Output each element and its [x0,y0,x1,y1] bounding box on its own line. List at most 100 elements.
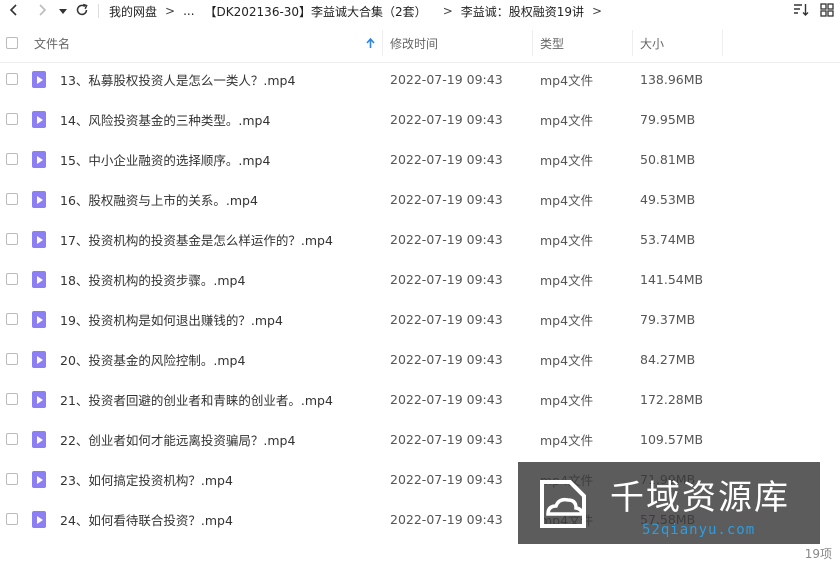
file-type: mp4文件 [540,192,594,208]
chevron-right-icon [37,3,47,19]
video-file-icon [32,459,46,499]
row-checkbox[interactable] [6,259,18,299]
file-size: 109.57MB [640,431,704,447]
item-count: 19项 [804,547,832,561]
file-modified-time: 2022-07-19 09:43 [390,271,503,287]
row-checkbox[interactable] [6,219,18,259]
file-row[interactable]: 21、投资者回避的创业者和青睐的创业者。.mp4 2022-07-19 09:43… [0,379,840,419]
column-header-size[interactable]: 大小 [640,24,664,62]
row-checkbox[interactable] [6,379,18,419]
file-row[interactable]: 19、投资机构是如何退出赚钱的？.mp4 2022-07-19 09:43 mp4文… [0,299,840,339]
file-type: mp4文件 [540,312,594,328]
video-file-icon [32,259,46,299]
row-checkbox[interactable] [6,99,18,139]
file-size: 53.74MB [640,231,696,247]
row-checkbox[interactable] [6,59,18,99]
file-type: mp4文件 [540,112,594,128]
video-file-icon [32,99,46,139]
file-name[interactable]: 17、投资机构的投资基金是怎么样运作的？.mp4 [60,219,333,259]
file-type: mp4文件 [540,352,594,368]
video-file-icon [32,499,46,539]
caret-down-icon [59,4,67,18]
file-row[interactable]: 15、中小企业融资的选择顺序。.mp4 2022-07-19 09:43 mp4文件… [0,139,840,179]
breadcrumb-separator: > [592,4,603,18]
file-name[interactable]: 21、投资者回避的创业者和青睐的创业者。.mp4 [60,379,333,419]
file-type: mp4文件 [540,72,594,88]
sort-button[interactable] [788,0,814,22]
breadcrumb-separator: > [165,4,176,18]
row-checkbox[interactable] [6,499,18,539]
breadcrumb-parent-folder[interactable]: 【DK202136-30】李益诚大合集（2套） [205,3,427,20]
file-row[interactable]: 13、私募股权投资人是怎么一类人？.mp4 2022-07-19 09:43 mp4… [0,59,840,99]
file-row[interactable]: 17、投资机构的投资基金是怎么样运作的？.mp4 2022-07-19 09:43… [0,219,840,259]
row-checkbox[interactable] [6,339,18,379]
column-header-name[interactable]: 文件名 [34,24,70,62]
file-list-header: 文件名 修改时间 类型 大小 [0,24,840,63]
row-checkbox[interactable] [6,179,18,219]
column-header-modified[interactable]: 修改时间 [390,24,438,62]
column-header-type[interactable]: 类型 [540,24,564,62]
file-size: 141.54MB [640,271,704,287]
file-name[interactable]: 13、私募股权投资人是怎么一类人？.mp4 [60,59,295,99]
file-modified-time: 2022-07-19 09:43 [390,71,503,87]
file-name[interactable]: 19、投资机构是如何退出赚钱的？.mp4 [60,299,283,339]
file-type: mp4文件 [540,272,594,288]
file-type: mp4文件 [540,152,594,168]
refresh-icon [75,3,89,20]
file-modified-time: 2022-07-19 09:43 [390,431,503,447]
sort-ascending-arrow-icon[interactable] [366,24,375,62]
file-type: mp4文件 [540,392,594,408]
file-name[interactable]: 16、股权融资与上市的关系。.mp4 [60,179,258,219]
file-name[interactable]: 22、创业者如何才能远离投资骗局？.mp4 [60,419,295,459]
file-modified-time: 2022-07-19 09:43 [390,151,503,167]
back-button[interactable] [4,0,24,22]
watermark-title: 千域资源库 [610,478,790,518]
select-all-checkbox[interactable] [6,24,18,62]
history-dropdown-button[interactable] [56,0,70,22]
file-size: 138.96MB [640,71,704,87]
row-checkbox[interactable] [6,299,18,339]
file-row[interactable]: 14、风险投资基金的三种类型。.mp4 2022-07-19 09:43 mp4文件… [0,99,840,139]
refresh-button[interactable] [72,0,92,22]
file-row[interactable]: 18、投资机构的投资步骤。.mp4 2022-07-19 09:43 mp4文件 14… [0,259,840,299]
breadcrumb-current-folder[interactable]: 李益诚：股权融资19讲 [461,3,584,20]
column-divider [722,30,723,56]
breadcrumb-ellipsis[interactable]: ... [183,4,194,18]
file-size: 49.53MB [640,191,696,207]
file-modified-time: 2022-07-19 09:43 [390,471,503,487]
file-modified-time: 2022-07-19 09:43 [390,351,503,367]
file-name[interactable]: 14、风险投资基金的三种类型。.mp4 [60,99,270,139]
file-name[interactable]: 20、投资基金的风险控制。.mp4 [60,339,245,379]
navigation-toolbar: 我的网盘 > ... 【DK202136-30】李益诚大合集（2套） > 李益诚… [0,0,840,22]
file-modified-time: 2022-07-19 09:43 [390,311,503,327]
file-row[interactable]: 22、创业者如何才能远离投资骗局？.mp4 2022-07-19 09:43 mp4… [0,419,840,459]
breadcrumb-root[interactable]: 我的网盘 [109,3,157,20]
row-checkbox[interactable] [6,419,18,459]
view-toggle-button[interactable] [814,0,840,22]
sort-icon [793,3,809,20]
video-file-icon [32,179,46,219]
file-modified-time: 2022-07-19 09:43 [390,111,503,127]
breadcrumb-separator: > [442,4,453,18]
video-file-icon [32,419,46,459]
file-row[interactable]: 16、股权融资与上市的关系。.mp4 2022-07-19 09:43 mp4文件 4… [0,179,840,219]
file-name[interactable]: 24、如何看待联合投资？.mp4 [60,499,233,539]
chevron-left-icon [9,3,19,19]
video-file-icon [32,339,46,379]
file-modified-time: 2022-07-19 09:43 [390,191,503,207]
video-file-icon [32,299,46,339]
file-row[interactable]: 20、投资基金的风险控制。.mp4 2022-07-19 09:43 mp4文件 84… [0,339,840,379]
row-checkbox[interactable] [6,139,18,179]
file-size: 172.28MB [640,391,704,407]
row-checkbox[interactable] [6,459,18,499]
column-divider [382,30,383,56]
file-name[interactable]: 23、如何搞定投资机构？.mp4 [60,459,233,499]
file-size: 79.95MB [640,111,696,127]
file-modified-time: 2022-07-19 09:43 [390,231,503,247]
forward-button[interactable] [32,0,52,22]
file-size: 84.27MB [640,351,696,367]
column-divider [632,30,633,56]
file-name[interactable]: 15、中小企业融资的选择顺序。.mp4 [60,139,270,179]
column-divider [532,30,533,56]
file-name[interactable]: 18、投资机构的投资步骤。.mp4 [60,259,245,299]
